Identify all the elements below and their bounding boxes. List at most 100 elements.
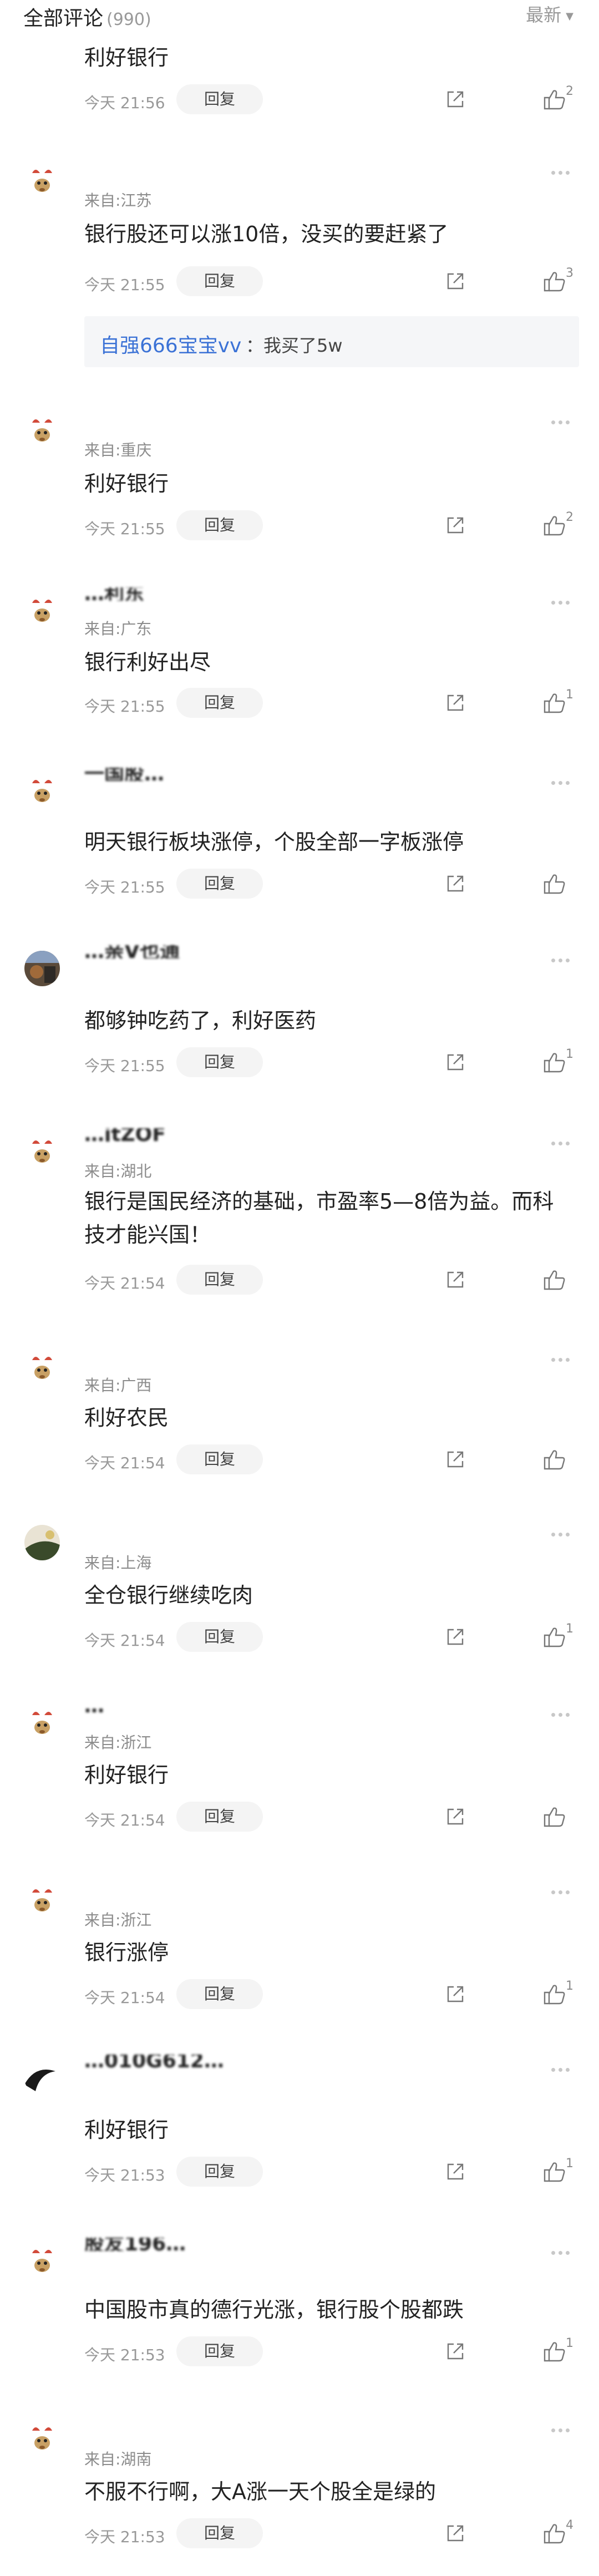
comment-actions: 今天 21:53 回复 4 bbox=[0, 2518, 599, 2548]
share-icon[interactable] bbox=[444, 1805, 467, 1828]
comment-actions: 今天 21:55 回复 2 bbox=[0, 510, 599, 540]
more-options-icon[interactable] bbox=[551, 166, 576, 175]
reply-button[interactable]: 回复 bbox=[176, 510, 263, 540]
timestamp: 今天 21:54 bbox=[84, 1274, 165, 1292]
more-options-icon[interactable] bbox=[551, 1353, 576, 1362]
avatar[interactable] bbox=[24, 593, 60, 628]
reply-button[interactable]: 回复 bbox=[176, 1047, 263, 1077]
username[interactable]: 股友196… bbox=[84, 2238, 186, 2251]
like-icon[interactable] bbox=[542, 691, 568, 714]
reply-button[interactable]: 回复 bbox=[176, 688, 263, 718]
share-icon[interactable] bbox=[444, 1268, 467, 1291]
reply-button[interactable]: 回复 bbox=[176, 1622, 263, 1652]
reply-button[interactable]: 回复 bbox=[176, 2336, 263, 2366]
more-options-icon[interactable] bbox=[551, 416, 576, 424]
like-icon[interactable] bbox=[542, 872, 568, 895]
like-icon[interactable] bbox=[542, 2522, 568, 2545]
reply-button[interactable]: 回复 bbox=[176, 2157, 263, 2187]
avatar[interactable] bbox=[24, 1134, 60, 1169]
like-icon[interactable] bbox=[542, 1625, 568, 1649]
reply-button[interactable]: 回复 bbox=[176, 1979, 263, 2009]
username[interactable]: …jtZOF bbox=[84, 1128, 166, 1142]
avatar[interactable] bbox=[24, 413, 60, 448]
username[interactable]: …亲V也通 bbox=[84, 945, 180, 959]
username[interactable]: …利东 bbox=[84, 587, 144, 601]
reply-button[interactable]: 回复 bbox=[176, 266, 263, 296]
comment-text: 银行是国民经济的基础，市盈率5—8倍为益。而科技才能兴国！ bbox=[84, 1189, 554, 1247]
share-icon[interactable] bbox=[444, 1625, 467, 1649]
sub-reply-text: ：我买了5w bbox=[246, 335, 343, 356]
username[interactable]: …010G612… bbox=[84, 2055, 224, 2068]
timestamp: 今天 21:55 bbox=[84, 697, 165, 716]
more-options-icon[interactable] bbox=[551, 954, 576, 962]
comment-actions: 今天 21:54 回复 bbox=[0, 1444, 599, 1474]
like-icon[interactable] bbox=[542, 2340, 568, 2363]
share-icon[interactable] bbox=[444, 2522, 467, 2545]
reply-button[interactable]: 回复 bbox=[176, 869, 263, 899]
like-icon[interactable] bbox=[542, 270, 568, 293]
like-icon[interactable] bbox=[542, 1268, 568, 1291]
like-icon[interactable] bbox=[542, 1982, 568, 2006]
share-icon[interactable] bbox=[444, 1051, 467, 1074]
share-icon[interactable] bbox=[444, 2160, 467, 2183]
sort-dropdown[interactable]: 最新 ▼ bbox=[526, 1, 573, 27]
location-label: 来自:浙江 bbox=[84, 1911, 152, 1929]
reply-button[interactable]: 回复 bbox=[176, 1802, 263, 1832]
more-options-icon[interactable] bbox=[551, 1886, 576, 1894]
share-icon[interactable] bbox=[444, 1448, 467, 1471]
comment-text: 利好农民 bbox=[84, 1406, 169, 1430]
avatar[interactable] bbox=[24, 2060, 60, 2096]
like-count: 3 bbox=[566, 266, 573, 280]
comments-title-text: 全部评论 bbox=[23, 7, 104, 30]
timestamp: 今天 21:53 bbox=[84, 2346, 165, 2364]
username[interactable]: 一国股… bbox=[84, 768, 164, 781]
sub-reply[interactable]: 自强666宝宝vv ：我买了5w bbox=[84, 316, 579, 367]
comment-text: 明天银行板块涨停，个股全部一字板涨停 bbox=[84, 830, 464, 854]
more-options-icon[interactable] bbox=[551, 2424, 576, 2432]
username[interactable]: … bbox=[84, 1700, 104, 1713]
like-icon[interactable] bbox=[542, 1051, 568, 1074]
avatar[interactable] bbox=[24, 2243, 60, 2279]
share-icon[interactable] bbox=[444, 691, 467, 714]
sort-label: 最新 bbox=[526, 4, 562, 26]
comment-actions: 今天 21:55 回复 1 bbox=[0, 1047, 599, 1077]
like-count: 1 bbox=[566, 1979, 573, 1993]
share-icon[interactable] bbox=[444, 270, 467, 293]
location-label: 来自:广东 bbox=[84, 620, 152, 638]
share-icon[interactable] bbox=[444, 1982, 467, 2006]
reply-button[interactable]: 回复 bbox=[176, 84, 263, 114]
avatar[interactable] bbox=[24, 2421, 60, 2456]
avatar[interactable] bbox=[24, 773, 60, 809]
caret-down-icon: ▼ bbox=[566, 10, 573, 22]
avatar[interactable] bbox=[24, 1705, 60, 1741]
more-options-icon[interactable] bbox=[551, 1708, 576, 1717]
share-icon[interactable] bbox=[444, 872, 467, 895]
reply-button[interactable]: 回复 bbox=[176, 1444, 263, 1474]
more-options-icon[interactable] bbox=[551, 2247, 576, 2255]
like-icon[interactable] bbox=[542, 2160, 568, 2183]
share-icon[interactable] bbox=[444, 88, 467, 111]
location-label: 来自:重庆 bbox=[84, 441, 152, 459]
sub-reply-user[interactable]: 自强666宝宝vv bbox=[100, 329, 241, 358]
share-icon[interactable] bbox=[444, 514, 467, 537]
more-options-icon[interactable] bbox=[551, 1528, 576, 1537]
more-options-icon[interactable] bbox=[551, 777, 576, 785]
avatar[interactable] bbox=[24, 951, 60, 986]
like-icon[interactable] bbox=[542, 514, 568, 537]
like-icon[interactable] bbox=[542, 88, 568, 111]
timestamp: 今天 21:54 bbox=[84, 1811, 165, 1829]
like-icon[interactable] bbox=[542, 1448, 568, 1471]
more-options-icon[interactable] bbox=[551, 2063, 576, 2072]
comment-text: 银行涨停 bbox=[84, 1940, 169, 1965]
like-icon[interactable] bbox=[542, 1805, 568, 1828]
avatar[interactable] bbox=[24, 163, 60, 199]
share-icon[interactable] bbox=[444, 2340, 467, 2363]
more-options-icon[interactable] bbox=[551, 596, 576, 605]
more-options-icon[interactable] bbox=[551, 1137, 576, 1145]
avatar[interactable] bbox=[24, 1350, 60, 1386]
avatar[interactable] bbox=[24, 1525, 60, 1560]
avatar[interactable] bbox=[24, 1883, 60, 1918]
reply-button[interactable]: 回复 bbox=[176, 2518, 263, 2548]
reply-button[interactable]: 回复 bbox=[176, 1265, 263, 1295]
comment-text: 全仓银行继续吃肉 bbox=[84, 1583, 253, 1608]
